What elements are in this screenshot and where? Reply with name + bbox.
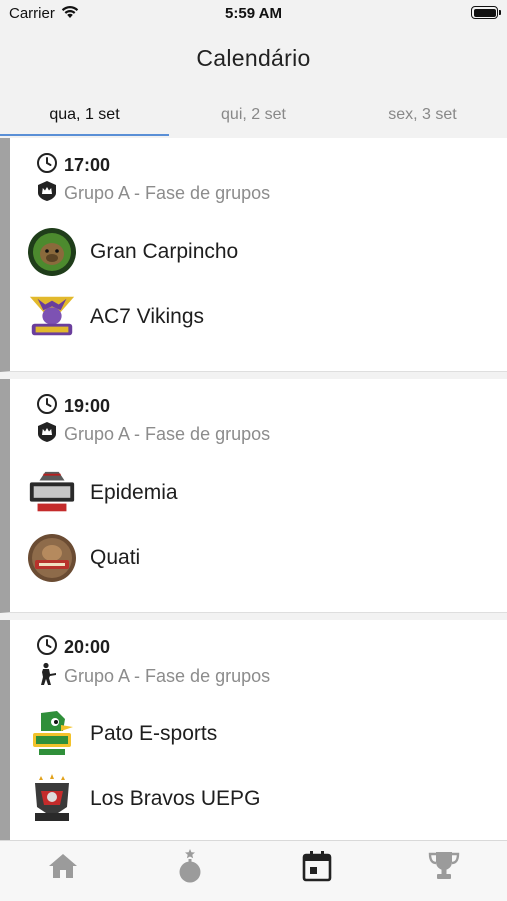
tab-trophies[interactable]: [380, 841, 507, 901]
team-name: Epidemia: [90, 481, 178, 504]
date-tabs: qua, 1 set qui, 2 set sex, 3 set: [0, 96, 507, 138]
tab-day-2[interactable]: qui, 2 set: [169, 96, 338, 138]
match-card[interactable]: 19:00 Grupo A - Fase de grupos Epidemia …: [0, 379, 507, 613]
match-group: Grupo A - Fase de grupos: [64, 183, 271, 203]
status-bar: Carrier 5:59 AM: [0, 0, 507, 30]
battery-icon: [471, 6, 501, 19]
match-card[interactable]: 20:00 Grupo A - Fase de grupos Pato E-sp…: [0, 620, 507, 840]
tab-home[interactable]: [0, 841, 127, 901]
match-group: Grupo A - Fase de grupos: [64, 666, 271, 686]
team-row: Quati: [26, 532, 140, 584]
team-name: Quati: [90, 546, 141, 569]
clock-time: 5:59 AM: [225, 5, 282, 22]
match-time: 19:00: [64, 396, 111, 416]
calendar-icon: [302, 850, 332, 887]
team-name: AC7 Vikings: [90, 305, 205, 328]
tab-calendar[interactable]: [254, 841, 381, 901]
clash-royale-crown-icon: [36, 421, 58, 448]
team-name: Gran Carpincho: [90, 240, 239, 263]
clock-icon: [36, 634, 58, 661]
match-list[interactable]: 17:00 Grupo A - Fase de grupos Gran Carp…: [0, 138, 507, 840]
team-name: Los Bravos UEPG: [90, 787, 261, 810]
team-row: AC7 Vikings: [26, 291, 204, 343]
bomb-icon: [175, 848, 205, 888]
team-row: Pato E-sports: [26, 708, 217, 760]
match-time: 20:00: [64, 637, 111, 657]
team-name: Pato E-sports: [90, 722, 218, 745]
los-bravos-uepg-logo: [26, 773, 78, 825]
home-icon: [48, 852, 78, 885]
clock-icon: [36, 152, 58, 179]
counter-strike-soldier-icon: [36, 662, 58, 691]
tab-day-3[interactable]: sex, 3 set: [338, 96, 507, 138]
quati-logo: [26, 532, 78, 584]
clock-icon: [36, 393, 58, 420]
gran-carpincho-logo: [26, 226, 78, 278]
trophy-icon: [428, 851, 460, 886]
epidemia-logo: [26, 467, 78, 519]
ac7-vikings-logo: [26, 291, 78, 343]
match-time: 17:00: [64, 155, 111, 175]
tab-games[interactable]: [127, 841, 254, 901]
team-row: Epidemia: [26, 467, 178, 519]
pato-esports-logo: [26, 708, 78, 760]
match-card[interactable]: 17:00 Grupo A - Fase de grupos Gran Carp…: [0, 138, 507, 372]
team-row: Gran Carpincho: [26, 226, 238, 278]
match-group: Grupo A - Fase de grupos: [64, 424, 271, 444]
tab-day-1[interactable]: qua, 1 set: [0, 96, 169, 138]
clash-royale-crown-icon: [36, 180, 58, 207]
team-row: Los Bravos UEPG: [26, 773, 260, 825]
page-title: Calendário: [196, 45, 311, 71]
bottom-tab-bar: [0, 840, 507, 901]
